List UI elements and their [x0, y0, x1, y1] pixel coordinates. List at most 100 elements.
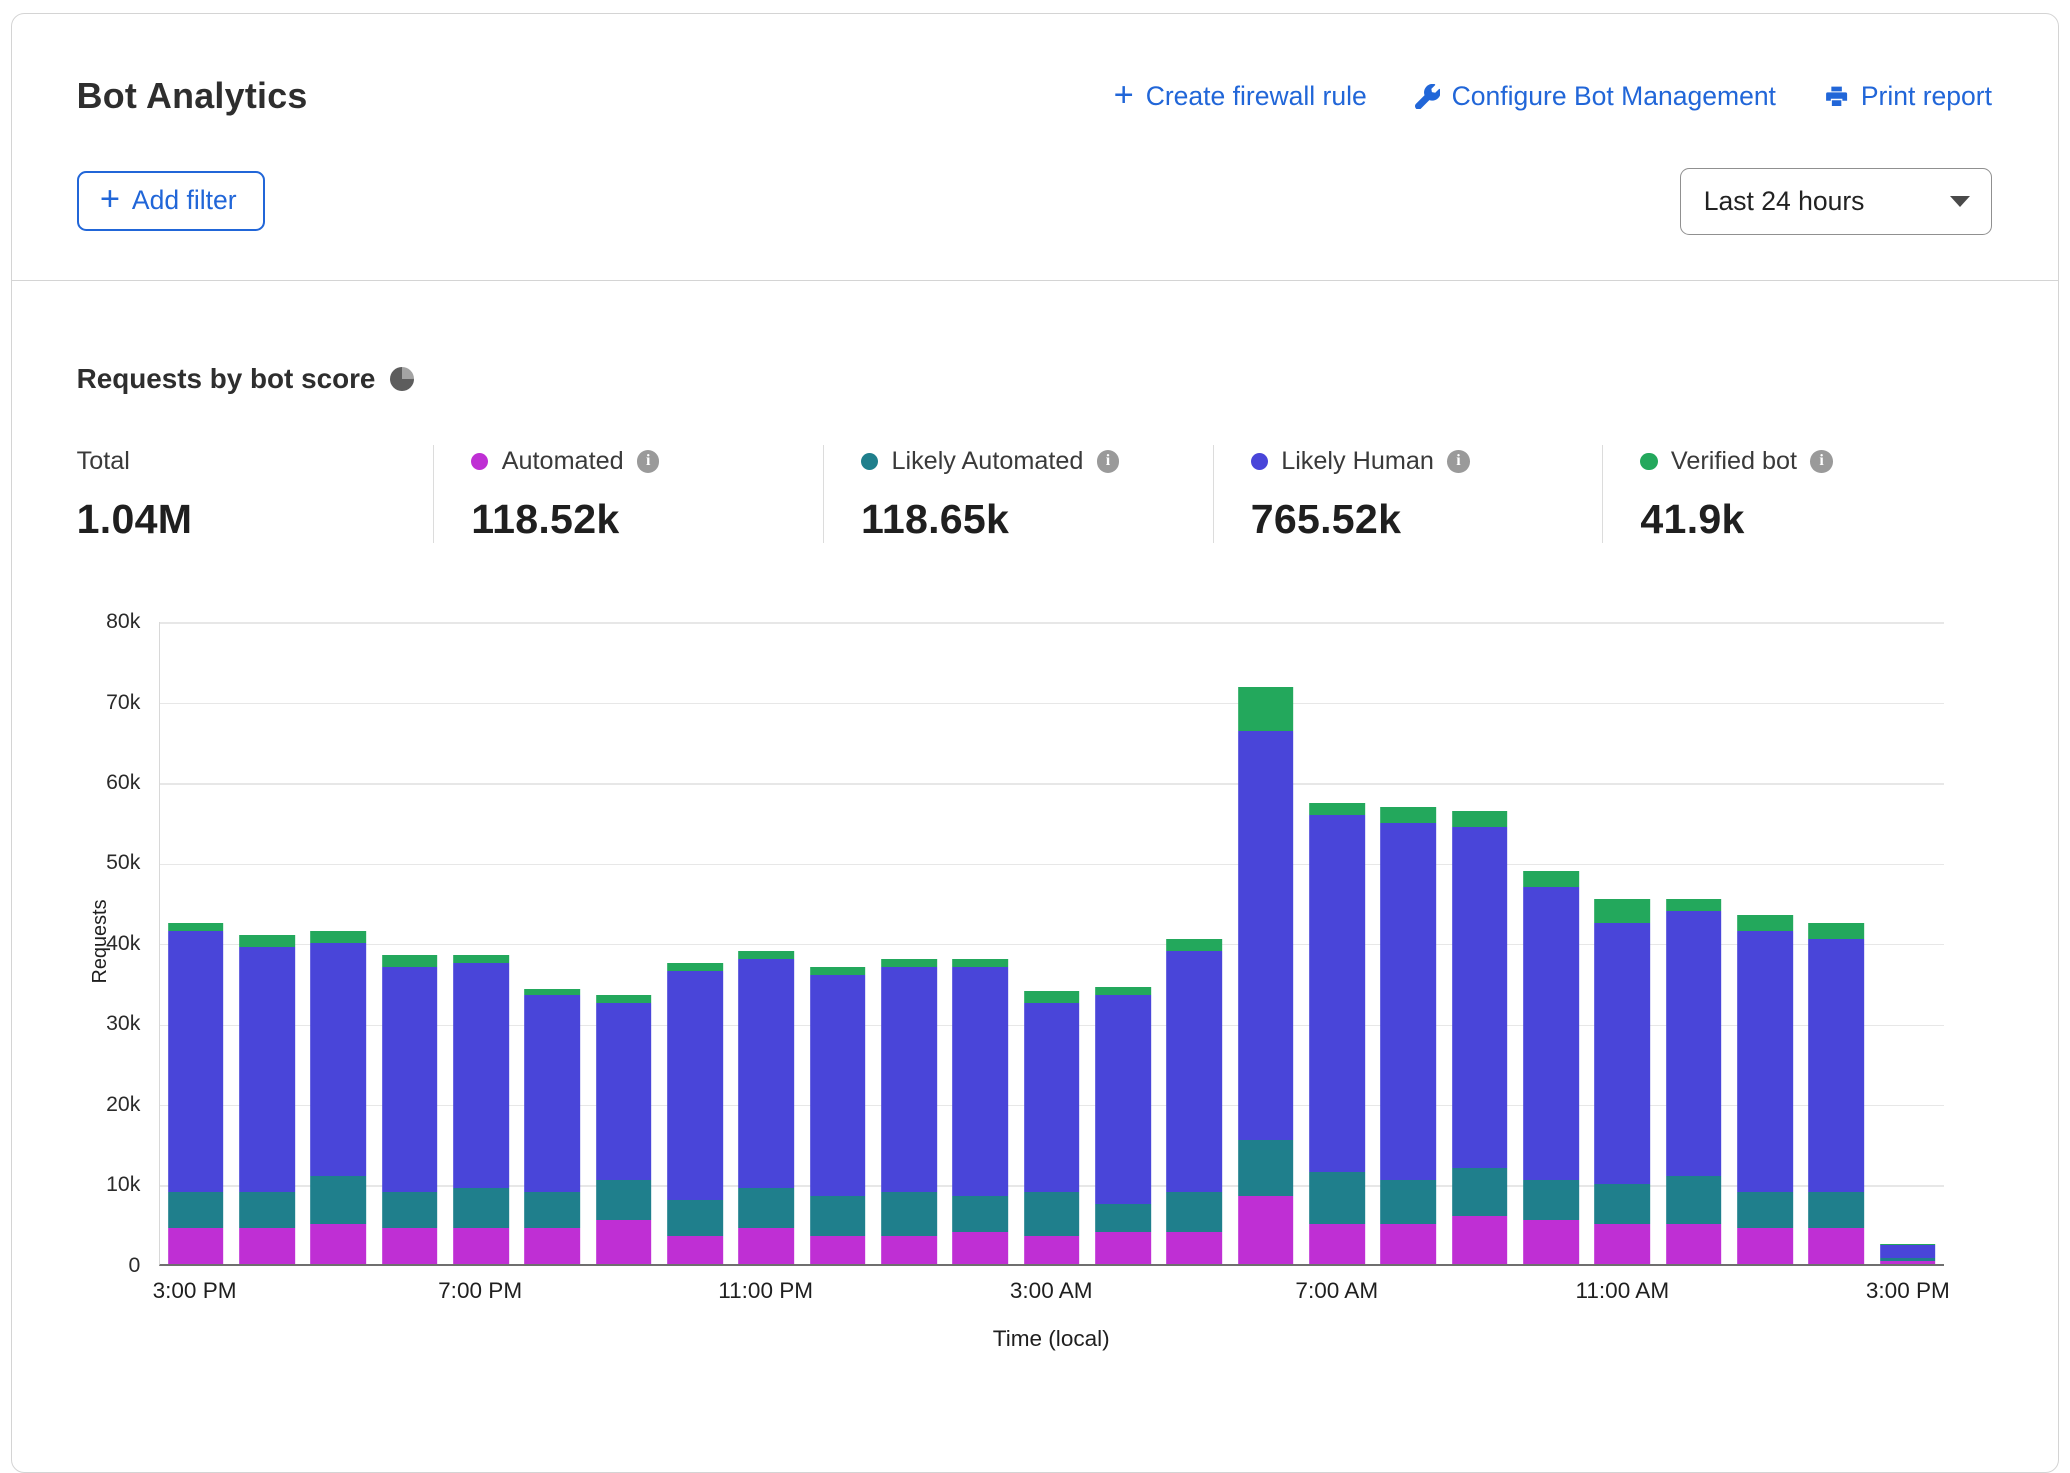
- bar-segment-automated: [1523, 1220, 1579, 1264]
- bar-segment-automated: [596, 1220, 652, 1264]
- bar-segment-likely-automated: [1167, 1192, 1223, 1232]
- bar-segment-automated: [1595, 1224, 1651, 1264]
- bar-segment-likely-automated: [1737, 1192, 1793, 1228]
- page: Bot Analytics + Create firewall rule Con…: [0, 13, 2070, 1473]
- stat-verified-bot-value: 41.9k: [1640, 496, 1992, 543]
- wrench-icon: [1415, 84, 1440, 109]
- bot-analytics-card: Bot Analytics + Create firewall rule Con…: [11, 13, 2060, 1473]
- plot-area: [159, 622, 1944, 1266]
- bar-segment-automated: [310, 1224, 366, 1264]
- stat-automated-value: 118.52k: [471, 496, 823, 543]
- bar-segment-likely-human: [1024, 1003, 1080, 1191]
- bar-segment-verified-bot: [1809, 923, 1865, 939]
- bar-segment-verified-bot: [1095, 987, 1151, 995]
- info-icon[interactable]: i: [1447, 450, 1470, 473]
- bar-slot: [1301, 622, 1372, 1264]
- bar-segment-automated: [1452, 1216, 1508, 1264]
- bar-segment-likely-automated: [1309, 1172, 1365, 1224]
- stacked-bar: [1666, 622, 1722, 1264]
- bar-segment-verified-bot: [1238, 687, 1294, 731]
- bar-segment-verified-bot: [1595, 899, 1651, 923]
- plus-icon: +: [1114, 82, 1134, 109]
- stat-likely-human: Likely Human i 765.52k: [1213, 445, 1603, 542]
- info-icon[interactable]: i: [1810, 450, 1833, 473]
- bar-segment-verified-bot: [738, 951, 794, 959]
- bar-segment-automated: [1309, 1224, 1365, 1264]
- bar-segment-verified-bot: [310, 931, 366, 943]
- stacked-bar: [453, 622, 509, 1264]
- bars: [160, 622, 1944, 1264]
- info-icon[interactable]: i: [1097, 450, 1120, 473]
- stacked-bar: [1523, 622, 1579, 1264]
- bar-segment-likely-human: [453, 963, 509, 1188]
- likely-human-dot-icon: [1251, 453, 1268, 470]
- stat-automated: Automated i 118.52k: [433, 445, 823, 542]
- bar-segment-automated: [1238, 1196, 1294, 1264]
- bar-slot: [1016, 622, 1087, 1264]
- x-tick-label: 3:00 AM: [1010, 1278, 1093, 1304]
- stacked-bar: [524, 622, 580, 1264]
- bar-segment-likely-automated: [738, 1188, 794, 1228]
- bar-slot: [1515, 622, 1586, 1264]
- bar-slot: [1373, 622, 1444, 1264]
- bar-segment-likely-automated: [596, 1180, 652, 1220]
- stat-label: Likely Automated: [891, 447, 1083, 476]
- requests-chart: Requests 010k20k30k40k50k60k70k80k 3:00 …: [77, 622, 1992, 1392]
- bar-slot: [1444, 622, 1515, 1264]
- bar-slot: [374, 622, 445, 1264]
- stat-likely-human-value: 765.52k: [1251, 496, 1603, 543]
- print-report-link[interactable]: Print report: [1824, 81, 1992, 112]
- stacked-bar: [1381, 622, 1437, 1264]
- stat-likely-automated-value: 118.65k: [861, 496, 1213, 543]
- bar-segment-likely-human: [310, 943, 366, 1176]
- y-tick-label: 10k: [106, 1172, 140, 1199]
- bar-segment-likely-automated: [953, 1196, 1009, 1232]
- bar-segment-likely-human: [1523, 887, 1579, 1180]
- y-tick-label: 70k: [106, 690, 140, 717]
- verified-bot-dot-icon: [1640, 453, 1657, 470]
- bar-segment-automated: [1024, 1236, 1080, 1264]
- bar-segment-automated: [453, 1228, 509, 1264]
- info-icon[interactable]: i: [637, 450, 660, 473]
- stats-row: Total 1.04M Automated i 118.52k Likely: [77, 445, 1992, 542]
- time-range-value: Last 24 hours: [1704, 186, 1865, 217]
- bar-segment-likely-automated: [168, 1192, 224, 1228]
- bar-segment-likely-human: [1452, 827, 1508, 1168]
- bar-segment-likely-automated: [453, 1188, 509, 1228]
- bar-slot: [1729, 622, 1800, 1264]
- bar-segment-verified-bot: [667, 963, 723, 971]
- configure-bot-management-link[interactable]: Configure Bot Management: [1415, 81, 1776, 112]
- create-firewall-rule-link[interactable]: + Create firewall rule: [1114, 81, 1367, 112]
- bar-segment-verified-bot: [953, 959, 1009, 967]
- bar-segment-verified-bot: [168, 923, 224, 931]
- bar-segment-likely-automated: [1238, 1140, 1294, 1196]
- bar-segment-likely-automated: [881, 1192, 937, 1236]
- bar-segment-automated: [1809, 1228, 1865, 1264]
- bar-segment-verified-bot: [1523, 871, 1579, 887]
- x-tick-label: 11:00 PM: [718, 1278, 813, 1304]
- bar-slot: [873, 622, 944, 1264]
- bar-segment-likely-human: [168, 931, 224, 1192]
- time-range-select[interactable]: Last 24 hours: [1680, 168, 1992, 234]
- x-tick-label: 7:00 AM: [1295, 1278, 1378, 1304]
- bar-segment-verified-bot: [881, 959, 937, 967]
- bar-segment-likely-automated: [382, 1192, 438, 1228]
- y-tick-label: 50k: [106, 850, 140, 877]
- bar-segment-likely-automated: [1024, 1192, 1080, 1236]
- bar-segment-likely-human: [1809, 939, 1865, 1192]
- bar-segment-likely-human: [1309, 815, 1365, 1172]
- bar-segment-automated: [1381, 1224, 1437, 1264]
- bar-segment-verified-bot: [1381, 807, 1437, 823]
- plus-icon: +: [100, 186, 120, 213]
- add-filter-button[interactable]: + Add filter: [77, 171, 265, 231]
- create-firewall-rule-label: Create firewall rule: [1146, 81, 1367, 112]
- bar-slot: [802, 622, 873, 1264]
- bar-slot: [1230, 622, 1301, 1264]
- bar-segment-automated: [738, 1228, 794, 1264]
- bar-segment-automated: [382, 1228, 438, 1264]
- likely-automated-dot-icon: [861, 453, 878, 470]
- bar-segment-verified-bot: [810, 967, 866, 975]
- bar-segment-verified-bot: [382, 955, 438, 967]
- bar-slot: [731, 622, 802, 1264]
- bar-segment-likely-automated: [1095, 1204, 1151, 1232]
